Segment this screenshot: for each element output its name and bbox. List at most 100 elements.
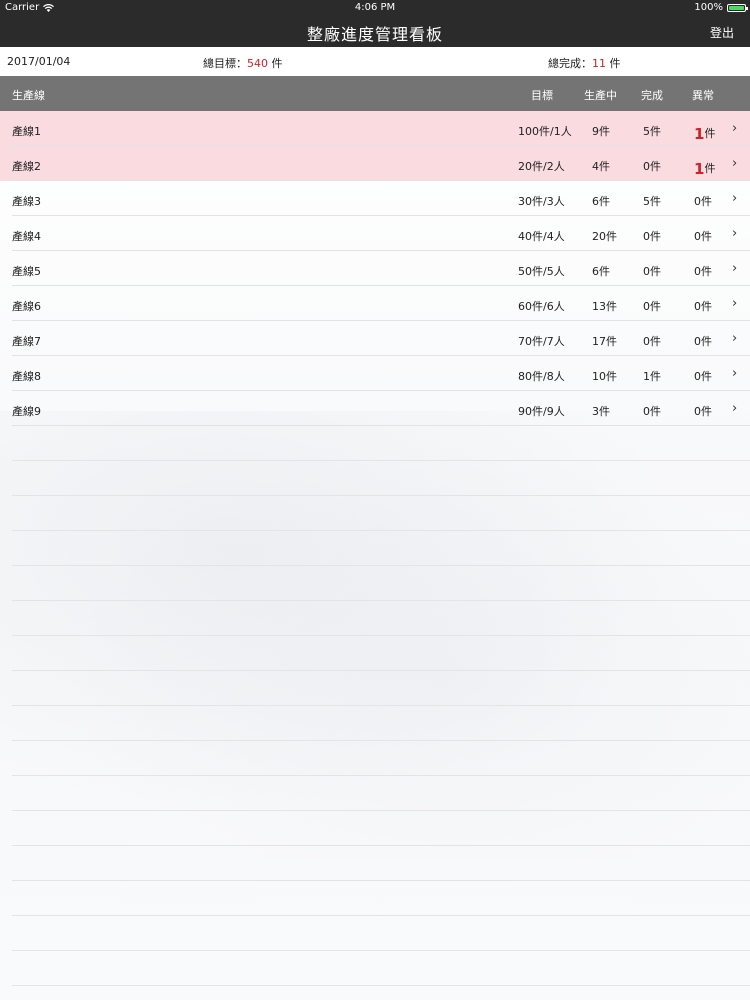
row-abnormal-count: 0 [694, 335, 701, 348]
total-target-unit: 件 [268, 57, 283, 70]
row-target: 30件/3人 [518, 195, 565, 208]
table-row[interactable]: 產線7 70件/7人 17件 0件 0件 › [0, 321, 750, 356]
chevron-right-icon: › [732, 226, 738, 241]
row-in-production: 6件 [592, 265, 610, 278]
row-abnormal: 0件 [694, 298, 712, 314]
empty-row-divider [12, 635, 750, 636]
table-header: 生產線 目標 生產中 完成 異常 [0, 76, 750, 111]
chevron-right-icon: › [732, 366, 738, 381]
battery-percent: 100% [694, 2, 723, 13]
chevron-right-icon: › [732, 156, 738, 171]
header-done: 完成 [641, 89, 663, 102]
empty-row-divider [12, 600, 750, 601]
row-target: 40件/4人 [518, 230, 565, 243]
row-abnormal: 0件 [694, 333, 712, 349]
row-target: 60件/6人 [518, 300, 565, 313]
row-target: 100件/1人 [518, 125, 572, 138]
empty-row-divider [12, 985, 750, 986]
row-abnormal-unit: 件 [701, 265, 712, 278]
header-target: 目標 [531, 89, 553, 102]
empty-row-divider [12, 915, 750, 916]
empty-row-divider [12, 495, 750, 496]
chevron-right-icon: › [732, 331, 738, 346]
empty-row-divider [12, 670, 750, 671]
table-row[interactable]: 產線9 90件/9人 3件 0件 0件 › [0, 391, 750, 426]
row-done: 0件 [643, 335, 661, 348]
row-target: 70件/7人 [518, 335, 565, 348]
summary-date: 2017/01/04 [7, 55, 71, 68]
background-image [0, 411, 750, 861]
row-done: 0件 [643, 230, 661, 243]
row-abnormal-count: 1 [694, 125, 705, 143]
empty-row-divider [12, 460, 750, 461]
row-done: 1件 [643, 370, 661, 383]
row-line-name: 產線8 [12, 370, 41, 383]
row-line-name: 產線5 [12, 265, 41, 278]
row-abnormal: 0件 [694, 403, 712, 419]
table-row[interactable]: 產線5 50件/5人 6件 0件 0件 › [0, 251, 750, 286]
row-abnormal-count: 0 [694, 405, 701, 418]
row-line-name: 產線9 [12, 405, 41, 418]
total-done-value: 11 [592, 57, 606, 70]
table-row[interactable]: 產線2 20件/2人 4件 0件 1件 › [0, 146, 750, 181]
chevron-right-icon: › [732, 191, 738, 206]
empty-row-divider [12, 810, 750, 811]
chevron-right-icon: › [732, 296, 738, 311]
row-in-production: 13件 [592, 300, 617, 313]
header-abnormal: 異常 [692, 89, 714, 102]
row-abnormal-count: 0 [694, 300, 701, 313]
row-target: 20件/2人 [518, 160, 565, 173]
summary-total-done: 總完成：11 件 [548, 55, 621, 71]
status-time: 4:06 PM [354, 2, 396, 13]
row-abnormal-count: 1 [694, 160, 705, 178]
row-done: 0件 [643, 160, 661, 173]
logout-button[interactable]: 登出 [710, 24, 734, 41]
row-abnormal: 0件 [694, 193, 712, 209]
row-abnormal-unit: 件 [701, 370, 712, 383]
summary-total-target: 總目標：540 件 [203, 55, 283, 71]
chevron-right-icon: › [732, 121, 738, 136]
empty-row-divider [12, 740, 750, 741]
empty-row-divider [12, 530, 750, 531]
row-divider [12, 425, 750, 426]
row-abnormal: 1件 [694, 123, 716, 143]
empty-row-divider [12, 775, 750, 776]
empty-row-divider [12, 845, 750, 846]
nav-bar: 整廠進度管理看板 登出 [0, 16, 750, 47]
row-in-production: 4件 [592, 160, 610, 173]
row-in-production: 17件 [592, 335, 617, 348]
summary-bar: 2017/01/04 總目標：540 件 總完成：11 件 [0, 47, 750, 76]
row-done: 0件 [643, 300, 661, 313]
row-line-name: 產線7 [12, 335, 41, 348]
row-abnormal-count: 0 [694, 370, 701, 383]
chevron-right-icon: › [732, 261, 738, 276]
row-in-production: 3件 [592, 405, 610, 418]
empty-row-divider [12, 565, 750, 566]
row-target: 80件/8人 [518, 370, 565, 383]
row-in-production: 10件 [592, 370, 617, 383]
row-abnormal: 0件 [694, 368, 712, 384]
table-row[interactable]: 產線4 40件/4人 20件 0件 0件 › [0, 216, 750, 251]
row-in-production: 6件 [592, 195, 610, 208]
row-abnormal: 0件 [694, 263, 712, 279]
row-target: 90件/9人 [518, 405, 565, 418]
row-abnormal-unit: 件 [704, 162, 716, 175]
row-abnormal-unit: 件 [701, 195, 712, 208]
row-line-name: 產線4 [12, 230, 41, 243]
table-row[interactable]: 產線8 80件/8人 10件 1件 0件 › [0, 356, 750, 391]
row-abnormal-unit: 件 [704, 127, 716, 140]
row-done: 5件 [643, 195, 661, 208]
table-row[interactable]: 產線1 100件/1人 9件 5件 1件 › [0, 111, 750, 146]
table-row[interactable]: 產線3 30件/3人 6件 5件 0件 › [0, 181, 750, 216]
battery-info: 100% [694, 2, 748, 13]
total-target-label: 總目標： [203, 57, 247, 70]
row-abnormal: 0件 [694, 228, 712, 244]
empty-row-divider [12, 705, 750, 706]
empty-row-divider [12, 950, 750, 951]
row-target: 50件/5人 [518, 265, 565, 278]
row-done: 0件 [643, 265, 661, 278]
header-in-production: 生產中 [584, 89, 617, 102]
table-row[interactable]: 產線6 60件/6人 13件 0件 0件 › [0, 286, 750, 321]
row-abnormal-unit: 件 [701, 335, 712, 348]
total-done-label: 總完成： [548, 57, 592, 70]
